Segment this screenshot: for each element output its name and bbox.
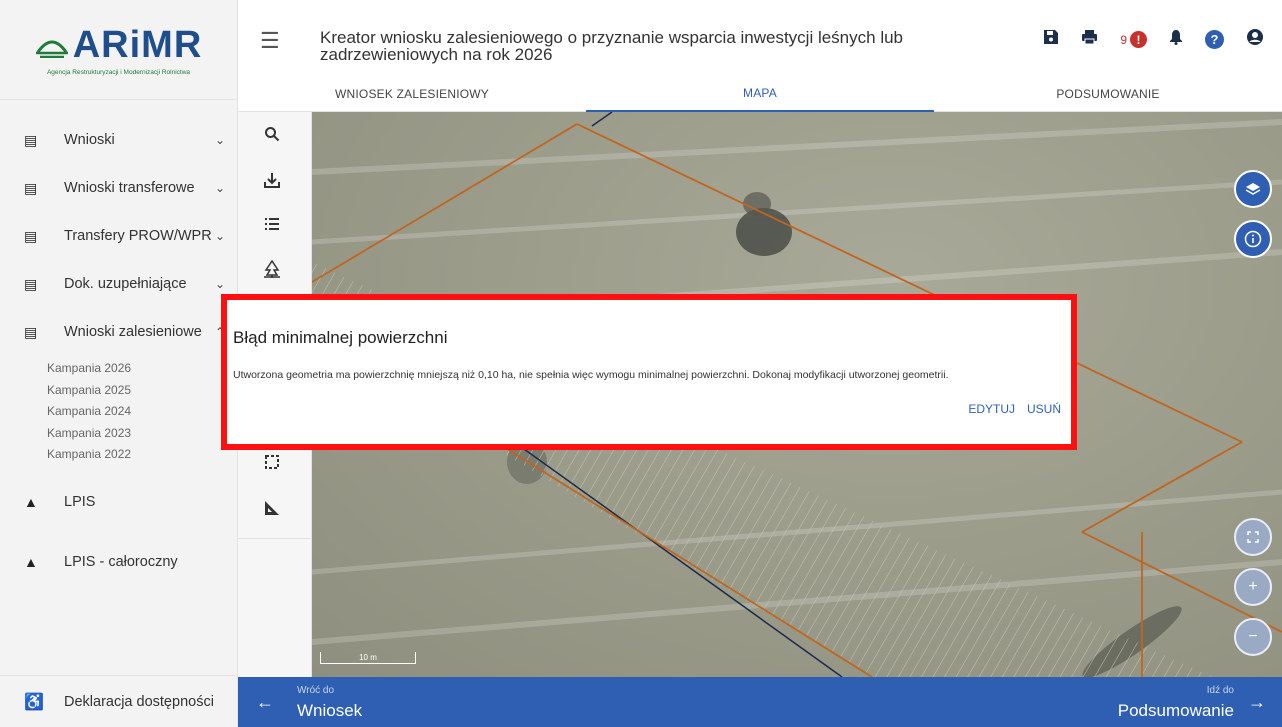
accessibility-icon: ♿: [24, 693, 44, 711]
tab-mapa[interactable]: MAPA: [586, 76, 934, 112]
delete-button[interactable]: USUŃ: [1027, 402, 1061, 416]
info-button[interactable]: [1234, 220, 1272, 258]
chevron-down-icon: ⌄: [214, 277, 225, 291]
layers-icon: [1245, 183, 1261, 195]
clipboard-icon: ▤: [24, 179, 38, 196]
sidebar-subitem-kampania-2025[interactable]: Kampania 2025: [47, 380, 237, 402]
hamburger-menu-icon[interactable]: ☰: [260, 28, 280, 54]
sidebar-item-label: Wnioski transferowe: [64, 180, 195, 196]
sidebar-item-wnioski-transferowe[interactable]: ▤ Wnioski transferowe ⌄: [0, 164, 237, 212]
sidebar-item-label: Wnioski: [64, 132, 115, 148]
dialog-actions: EDYTUJ USUŃ: [968, 402, 1061, 416]
zoom-in-button[interactable]: +: [1234, 568, 1272, 606]
sidebar-subitem-kampania-2023[interactable]: Kampania 2023: [47, 423, 237, 445]
dialog-message: Utworzona geometria ma powierzchnię mnie…: [233, 369, 949, 381]
search-icon[interactable]: [260, 126, 284, 147]
clipboard-icon: ▤: [24, 275, 38, 292]
fullscreen-button[interactable]: [1234, 518, 1272, 556]
edit-button[interactable]: EDYTUJ: [968, 402, 1015, 416]
tab-podsumowanie[interactable]: PODSUMOWANIE: [934, 76, 1282, 112]
error-icon: !: [1130, 31, 1147, 48]
info-icon: [1244, 230, 1262, 248]
errors-badge[interactable]: 9 !: [1120, 31, 1147, 48]
tab-wniosek-zalesieniowy[interactable]: WNIOSEK ZALESIENIOWY: [238, 76, 586, 112]
clipboard-icon: ▤: [24, 323, 38, 340]
back-button[interactable]: Wniosek: [297, 701, 362, 721]
error-count: 9: [1120, 32, 1127, 47]
page-title: Kreator wniosku zalesieniowego o przyzna…: [320, 28, 904, 64]
sidebar-item-label: Dok. uzupełniające: [64, 276, 187, 292]
sidebar-item-deklaracja-dostepnosci[interactable]: ♿ Deklaracja dostępności: [0, 675, 238, 727]
mountain-icon: ▲: [24, 553, 38, 570]
sidebar-item-transfery[interactable]: ▤ Transfery PROW/WPR ⌄: [0, 212, 237, 260]
help-icon[interactable]: ?: [1205, 30, 1224, 49]
wizard-tabs: WNIOSEK ZALESIENIOWY MAPA PODSUMOWANIE: [238, 76, 1282, 112]
mountain-icon: ▲: [24, 493, 38, 510]
next-button[interactable]: Podsumowanie: [1118, 701, 1234, 721]
arrow-left-icon[interactable]: ←: [256, 692, 274, 713]
sidebar-item-dok-uzupelniajace[interactable]: ▤ Dok. uzupełniające ⌄: [0, 260, 237, 308]
sidebar-item-wnioski-zalesieniowe[interactable]: ▤ Wnioski zalesieniowe ⌃: [0, 308, 237, 356]
fullscreen-icon: [1247, 531, 1259, 543]
logo[interactable]: ARiMR Agencja Restrukturyzacji i Moderni…: [0, 0, 237, 100]
user-icon[interactable]: [1246, 28, 1264, 51]
layers-button[interactable]: [1234, 170, 1272, 208]
bell-icon[interactable]: [1169, 29, 1183, 50]
sidebar-item-lpis-caloroczny[interactable]: ▲ LPIS - całoroczny: [0, 538, 237, 586]
sidebar-item-label: LPIS - całoroczny: [64, 553, 178, 570]
save-icon[interactable]: [1043, 29, 1059, 50]
logo-text: ARiMR: [72, 23, 203, 66]
select-area-icon[interactable]: [260, 454, 284, 475]
logo-icon: [35, 40, 68, 58]
download-icon[interactable]: [260, 172, 284, 193]
chevron-down-icon: ⌄: [214, 133, 225, 147]
next-caption: Idź do: [1206, 685, 1234, 696]
sidebar-item-wnioski[interactable]: ▤ Wnioski ⌄: [0, 116, 237, 164]
clipboard-icon: ▤: [24, 227, 38, 244]
dialog-title: Błąd minimalnej powierzchni: [233, 328, 448, 347]
sidebar-subitem-kampania-2022[interactable]: Kampania 2022: [47, 444, 237, 466]
chevron-down-icon: ⌄: [214, 229, 225, 243]
map-scale: 10 m: [320, 652, 416, 664]
logo-subtitle: Agencja Restrukturyzacji i Modernizacji …: [46, 68, 191, 76]
arrow-right-icon[interactable]: →: [1248, 692, 1266, 713]
sidebar: ARiMR Agencja Restrukturyzacji i Moderni…: [0, 0, 238, 727]
sidebar-item-label: Deklaracja dostępności: [64, 693, 214, 710]
sidebar-item-label: LPIS: [64, 493, 96, 510]
forest-icon[interactable]: [260, 259, 284, 283]
minus-icon: −: [1248, 628, 1258, 645]
zoom-out-button[interactable]: −: [1234, 618, 1272, 656]
sidebar-subitem-kampania-2026[interactable]: Kampania 2026: [47, 358, 237, 380]
sidebar-subitem-kampania-2024[interactable]: Kampania 2024: [47, 401, 237, 423]
sidebar-item-label: Transfery PROW/WPR: [64, 228, 212, 244]
header: ☰ Kreator wniosku zalesieniowego o przyz…: [238, 0, 1282, 112]
tree-shadow: [736, 208, 792, 256]
back-caption: Wróć do: [297, 685, 335, 696]
sidebar-item-label: Wnioski zalesieniowe: [64, 324, 202, 340]
header-actions: 9 ! ?: [1043, 28, 1264, 51]
chevron-down-icon: ⌄: [214, 181, 225, 195]
campaign-list: Kampania 2026 Kampania 2025 Kampania 202…: [0, 356, 237, 478]
wizard-navigation: ← Wróć do Wniosek Idź do Podsumowanie →: [238, 677, 1282, 727]
print-icon[interactable]: [1081, 29, 1098, 50]
error-dialog: Błąd minimalnej powierzchni Utworzona ge…: [221, 294, 1077, 450]
plus-icon: +: [1248, 578, 1258, 595]
measure-icon[interactable]: [260, 500, 284, 521]
list-icon[interactable]: [260, 216, 284, 237]
clipboard-icon: ▤: [24, 131, 38, 148]
sidebar-item-lpis[interactable]: ▲ LPIS: [0, 478, 237, 526]
